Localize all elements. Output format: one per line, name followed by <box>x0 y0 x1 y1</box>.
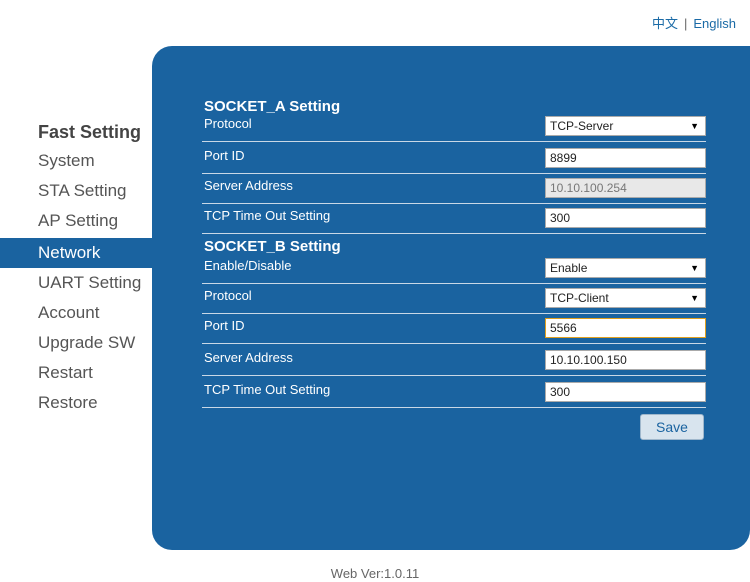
settings-panel: SOCKET_A Setting Protocol TCP-Server ▼ P… <box>152 46 750 550</box>
socket-a-port-row: Port ID 8899 <box>202 142 706 174</box>
socket-b-timeout-input[interactable]: 300 <box>545 382 706 402</box>
sidebar-item-uart-setting[interactable]: UART Setting <box>0 268 152 298</box>
socket-a-timeout-label: TCP Time Out Setting <box>204 208 331 223</box>
dropdown-arrow-icon: ▼ <box>690 263 699 273</box>
sidebar-item-ap-setting[interactable]: AP Setting <box>0 206 152 236</box>
socket-a-timeout-row: TCP Time Out Setting 300 <box>202 202 706 234</box>
socket-a-protocol-label: Protocol <box>204 116 252 131</box>
socket-b-enable-select[interactable]: Enable ▼ <box>545 258 706 278</box>
sidebar-item-network[interactable]: Network <box>0 238 152 268</box>
socket-b-port-row: Port ID 5566 <box>202 312 706 344</box>
sidebar-item-upgrade-sw[interactable]: Upgrade SW <box>0 328 152 358</box>
socket-b-server-input[interactable]: 10.10.100.150 <box>545 350 706 370</box>
socket-a-server-row: Server Address 10.10.100.254 <box>202 172 706 204</box>
socket-b-protocol-row: Protocol TCP-Client ▼ <box>202 282 706 314</box>
socket-a-port-input[interactable]: 8899 <box>545 148 706 168</box>
dropdown-arrow-icon: ▼ <box>690 121 699 131</box>
sidebar-item-restart[interactable]: Restart <box>0 358 152 388</box>
socket-b-enable-label: Enable/Disable <box>204 258 292 273</box>
socket-b-port-input[interactable]: 5566 <box>545 318 706 338</box>
socket-b-server-row: Server Address 10.10.100.150 <box>202 344 706 376</box>
socket-a-protocol-value: TCP-Server <box>550 119 614 133</box>
socket-b-timeout-label: TCP Time Out Setting <box>204 382 331 397</box>
sidebar-title[interactable]: Fast Setting <box>38 122 141 143</box>
socket-b-server-label: Server Address <box>204 350 293 365</box>
socket-b-port-label: Port ID <box>204 318 245 333</box>
socket-b-enable-row: Enable/Disable Enable ▼ <box>202 252 706 284</box>
lang-english-link[interactable]: English <box>693 16 736 31</box>
lang-separator: | <box>683 16 688 31</box>
socket-a-protocol-select[interactable]: TCP-Server ▼ <box>545 116 706 136</box>
dropdown-arrow-icon: ▼ <box>690 293 699 303</box>
sidebar-item-account[interactable]: Account <box>0 298 152 328</box>
socket-a-server-label: Server Address <box>204 178 293 193</box>
save-button[interactable]: Save <box>640 414 704 440</box>
language-bar: 中文 | English <box>652 13 736 32</box>
socket-b-enable-value: Enable <box>550 261 588 275</box>
socket-b-protocol-select[interactable]: TCP-Client ▼ <box>545 288 706 308</box>
socket-b-timeout-row: TCP Time Out Setting 300 <box>202 376 706 408</box>
socket-a-server-input: 10.10.100.254 <box>545 178 706 198</box>
socket-b-protocol-value: TCP-Client <box>550 291 609 305</box>
sidebar-item-system[interactable]: System <box>0 146 152 176</box>
lang-chinese-link[interactable]: 中文 <box>652 16 678 31</box>
socket-a-timeout-input[interactable]: 300 <box>545 208 706 228</box>
socket-a-protocol-row: Protocol TCP-Server ▼ <box>202 110 706 142</box>
sidebar-item-restore[interactable]: Restore <box>0 388 152 418</box>
version-footer: Web Ver:1.0.11 <box>330 566 420 581</box>
socket-b-protocol-label: Protocol <box>204 288 252 303</box>
socket-a-port-label: Port ID <box>204 148 245 163</box>
sidebar-item-sta-setting[interactable]: STA Setting <box>0 176 152 206</box>
